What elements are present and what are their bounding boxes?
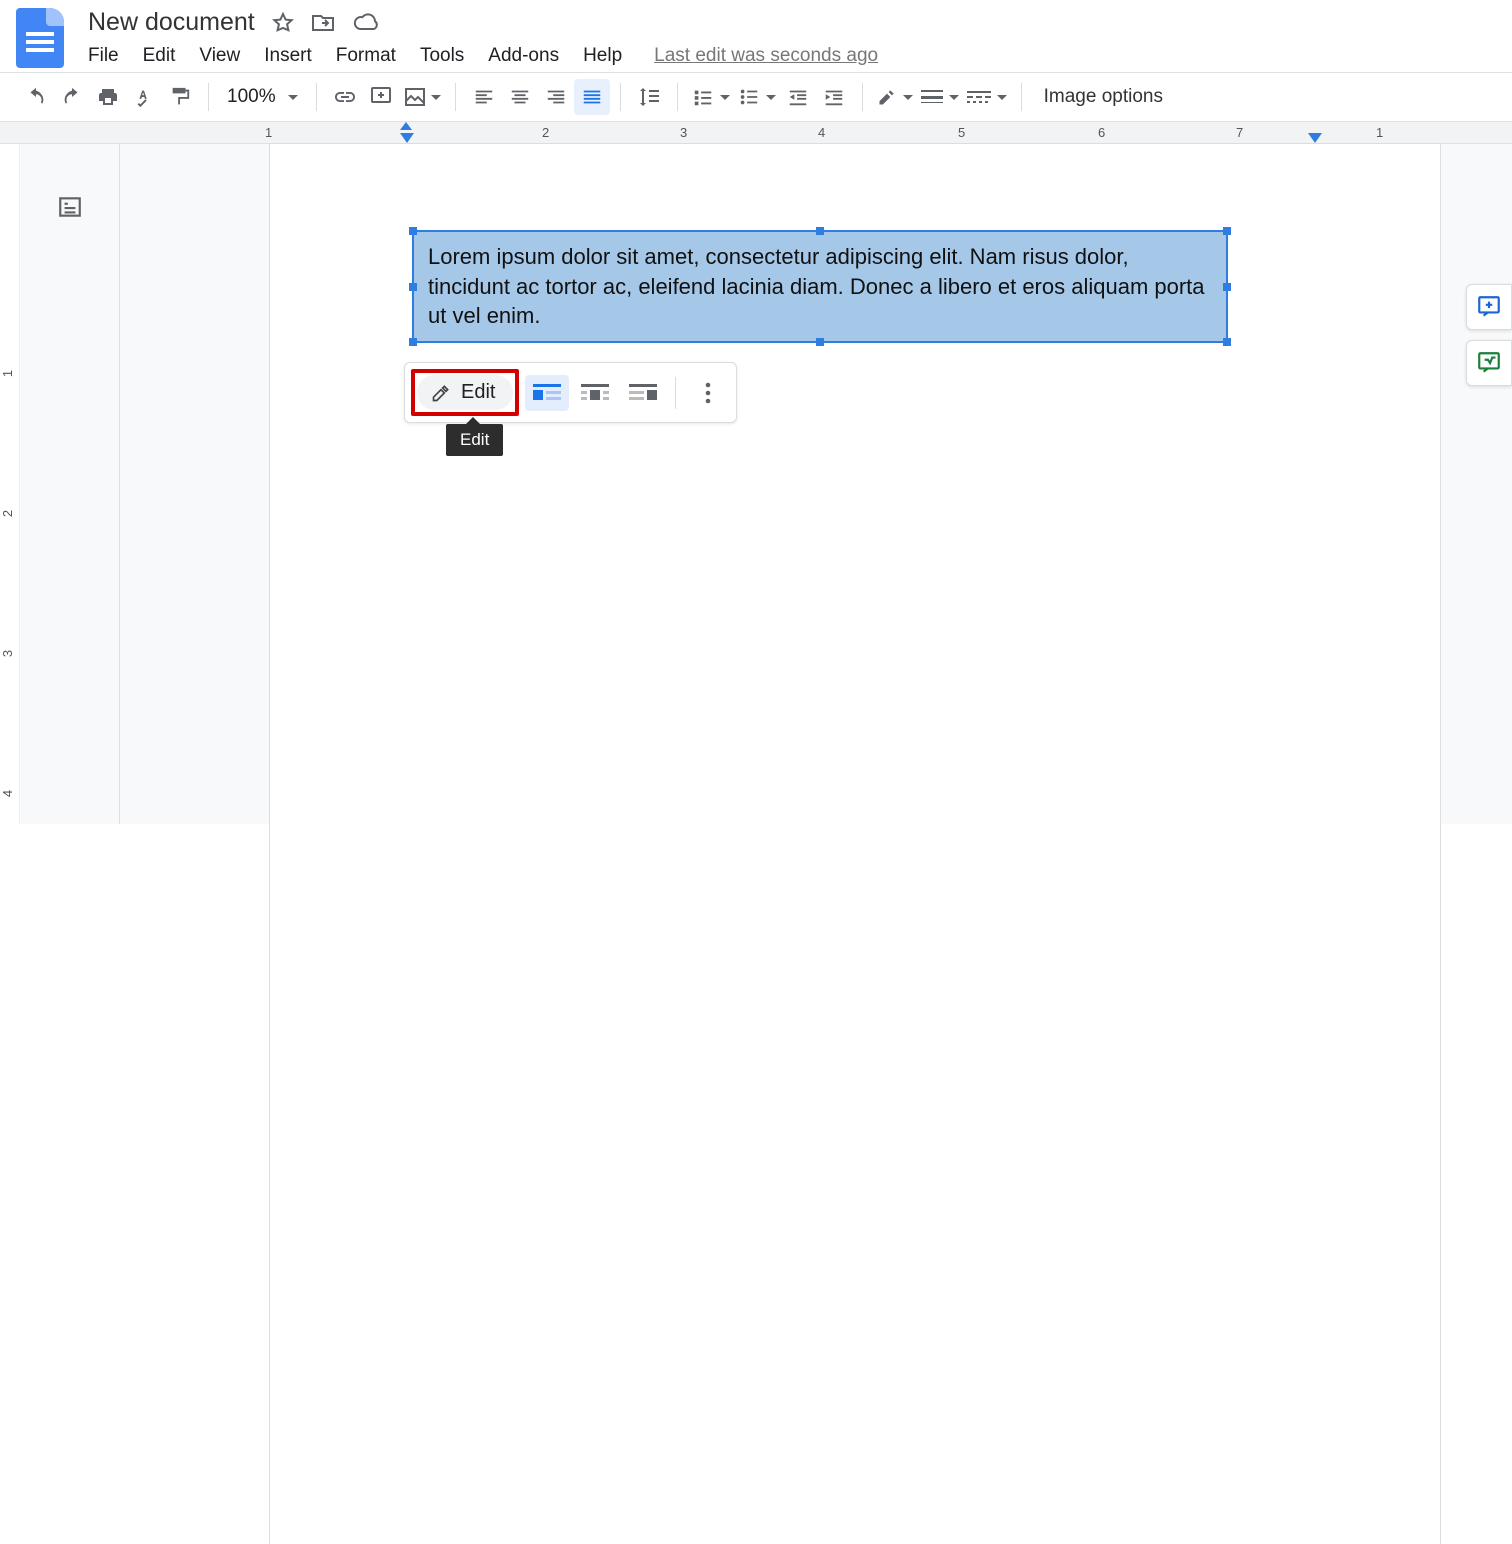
decrease-indent-button[interactable] (780, 79, 816, 115)
spellcheck-button[interactable] (126, 79, 162, 115)
menu-format[interactable]: Format (336, 45, 396, 67)
resize-handle-ne[interactable] (1223, 227, 1231, 235)
insert-image-dropdown[interactable] (399, 85, 445, 109)
menu-tools[interactable]: Tools (420, 45, 464, 67)
ruler-mark: 5 (958, 125, 965, 140)
edit-button-label: Edit (461, 381, 495, 404)
image-options-button[interactable]: Image options (1044, 86, 1163, 108)
highlight-annotation: Edit (411, 369, 519, 416)
border-color-dropdown[interactable] (873, 87, 917, 107)
checklist-dropdown[interactable] (688, 86, 734, 108)
align-right-button[interactable] (538, 79, 574, 115)
vruler-mark: 2 (0, 510, 15, 517)
resize-handle-n[interactable] (816, 227, 824, 235)
resize-handle-e[interactable] (1223, 283, 1231, 291)
more-options-button[interactable] (686, 375, 730, 411)
menu-insert[interactable]: Insert (264, 45, 312, 67)
resize-handle-se[interactable] (1223, 338, 1231, 346)
ruler-mark: 1 (265, 125, 272, 140)
side-fabs (1466, 284, 1512, 386)
inline-layout-button[interactable] (525, 375, 569, 411)
break-layout-button[interactable] (621, 375, 665, 411)
zoom-dropdown[interactable]: 100% (219, 86, 306, 108)
outline-toggle-icon[interactable] (57, 194, 83, 824)
move-icon[interactable] (311, 12, 337, 34)
border-dash-dropdown[interactable] (963, 90, 1011, 104)
edit-button[interactable]: Edit (417, 375, 513, 410)
redo-button[interactable] (54, 79, 90, 115)
resize-handle-nw[interactable] (409, 227, 417, 235)
chevron-down-icon (766, 95, 776, 100)
chevron-down-icon (903, 95, 913, 100)
chevron-down-icon (949, 95, 959, 100)
horizontal-ruler[interactable]: 1 2 3 4 5 6 7 1 (0, 122, 1512, 144)
menu-edit[interactable]: Edit (143, 45, 176, 67)
chevron-down-icon (288, 95, 298, 100)
right-indent-marker[interactable] (1308, 133, 1322, 143)
resize-handle-s[interactable] (816, 338, 824, 346)
vruler-mark: 4 (0, 790, 15, 797)
star-icon[interactable] (271, 11, 295, 35)
align-center-button[interactable] (502, 79, 538, 115)
align-left-button[interactable] (466, 79, 502, 115)
ruler-mark: 3 (680, 125, 687, 140)
resize-handle-w[interactable] (409, 283, 417, 291)
suggest-edits-fab[interactable] (1466, 340, 1512, 386)
ruler-mark: 1 (1376, 125, 1383, 140)
document-title[interactable]: New document (88, 8, 255, 37)
editor-area: 1 2 3 4 Lorem ipsum dolor sit amet, cons… (0, 144, 1512, 824)
ruler-mark: 2 (542, 125, 549, 140)
cloud-status-icon[interactable] (353, 13, 381, 33)
insert-link-button[interactable] (327, 79, 363, 115)
add-comment-fab[interactable] (1466, 284, 1512, 330)
ruler-mark: 4 (818, 125, 825, 140)
chevron-down-icon (720, 95, 730, 100)
increase-indent-button[interactable] (816, 79, 852, 115)
vruler-mark: 3 (0, 650, 15, 657)
bullet-list-dropdown[interactable] (734, 86, 780, 108)
ruler-mark: 6 (1098, 125, 1105, 140)
selected-textbox[interactable]: Lorem ipsum dolor sit amet, consectetur … (412, 230, 1228, 343)
wrap-layout-button[interactable] (573, 375, 617, 411)
pencil-icon (431, 383, 451, 403)
print-button[interactable] (90, 79, 126, 115)
first-line-indent-marker[interactable] (400, 122, 412, 130)
page[interactable]: Lorem ipsum dolor sit amet, consectetur … (270, 144, 1440, 1544)
align-justify-button[interactable] (574, 79, 610, 115)
chevron-down-icon (997, 95, 1007, 100)
vruler-mark: 1 (0, 370, 15, 377)
menu-file[interactable]: File (88, 45, 119, 67)
toolbar: 100% Image options (0, 72, 1512, 122)
docs-logo-icon[interactable] (16, 8, 64, 68)
drawing-floating-toolbar: Edit (404, 362, 737, 423)
menu-help[interactable]: Help (583, 45, 622, 67)
menu-bar: File Edit View Insert Format Tools Add-o… (88, 45, 1496, 67)
chevron-down-icon (431, 95, 441, 100)
paint-format-button[interactable] (162, 79, 198, 115)
last-edit-link[interactable]: Last edit was seconds ago (654, 45, 878, 67)
line-spacing-button[interactable] (631, 79, 667, 115)
resize-handle-sw[interactable] (409, 338, 417, 346)
menu-addons[interactable]: Add-ons (488, 45, 559, 67)
left-indent-marker[interactable] (400, 133, 414, 143)
header: New document File Edit View Insert Forma… (0, 0, 1512, 68)
textbox-content: Lorem ipsum dolor sit amet, consectetur … (428, 244, 1205, 328)
add-comment-button[interactable] (363, 79, 399, 115)
undo-button[interactable] (18, 79, 54, 115)
menu-view[interactable]: View (199, 45, 240, 67)
ruler-mark: 7 (1236, 125, 1243, 140)
edit-tooltip: Edit (446, 424, 503, 456)
outline-pane (20, 144, 120, 824)
vertical-ruler[interactable]: 1 2 3 4 (0, 144, 20, 824)
border-weight-dropdown[interactable] (917, 89, 963, 105)
document-canvas[interactable]: Lorem ipsum dolor sit amet, consectetur … (120, 144, 1512, 824)
